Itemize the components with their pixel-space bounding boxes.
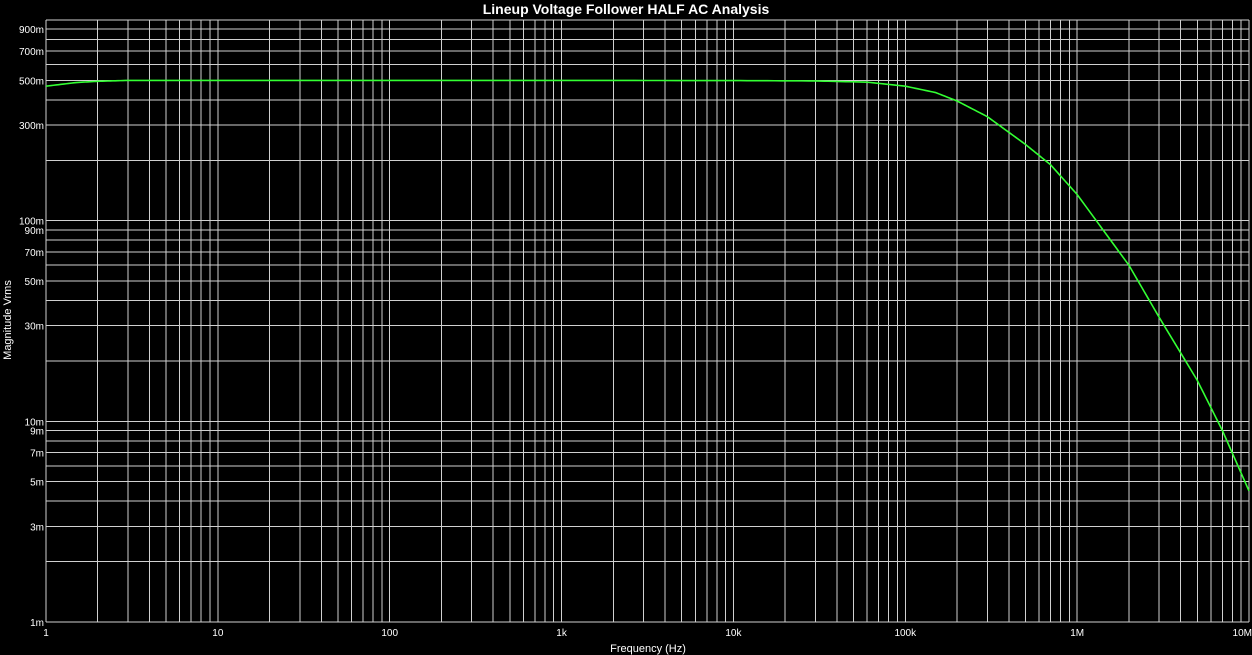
x-tick-label: 100 bbox=[381, 628, 398, 639]
y-tick-label: 7m bbox=[30, 448, 44, 459]
y-tick-label: 30m bbox=[25, 322, 44, 333]
x-tick-label: 10M bbox=[1233, 628, 1252, 639]
chart-background bbox=[0, 0, 1252, 655]
bode-magnitude-chart: 900m700m500m300m100m90m70m50m30m10m9m7m5… bbox=[0, 0, 1252, 655]
y-axis-label: Magnitude Vrms bbox=[2, 280, 14, 360]
x-tick-label: 1k bbox=[556, 628, 568, 639]
y-tick-label: 5m bbox=[30, 478, 44, 489]
chart-title: Lineup Voltage Follower HALF AC Analysis bbox=[483, 1, 770, 17]
x-tick-label: 10k bbox=[725, 628, 742, 639]
y-tick-label: 300m bbox=[19, 121, 44, 132]
x-tick-label: 10 bbox=[212, 628, 224, 639]
y-tick-label: 500m bbox=[19, 76, 44, 87]
y-tick-label: 90m bbox=[25, 226, 44, 237]
y-tick-label: 3m bbox=[30, 522, 44, 533]
y-tick-label: 700m bbox=[19, 47, 44, 58]
y-tick-label: 9m bbox=[30, 427, 44, 438]
x-tick-label: 1M bbox=[1070, 628, 1084, 639]
y-tick-label: 900m bbox=[19, 25, 44, 36]
x-axis-label: Frequency (Hz) bbox=[610, 643, 686, 655]
x-tick-label: 1 bbox=[43, 628, 49, 639]
y-tick-label: 50m bbox=[25, 277, 44, 288]
y-tick-label: 1m bbox=[30, 618, 44, 629]
x-tick-label: 100k bbox=[894, 628, 917, 639]
y-tick-label: 70m bbox=[25, 248, 44, 259]
